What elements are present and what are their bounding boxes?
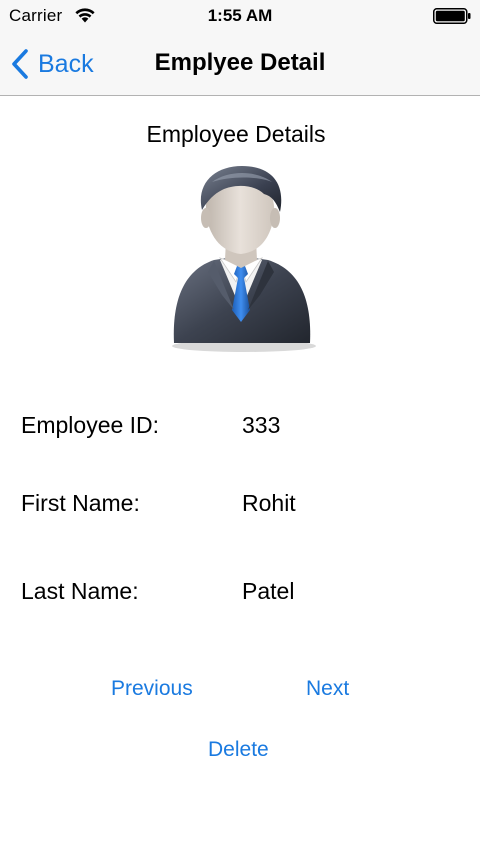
battery-icon <box>433 8 471 24</box>
previous-button[interactable]: Previous <box>111 677 193 701</box>
delete-button[interactable]: Delete <box>208 738 269 762</box>
businessman-avatar-icon <box>172 166 316 352</box>
first-name-label: First Name: <box>21 490 140 516</box>
next-button[interactable]: Next <box>306 677 349 701</box>
last-name-label: Last Name: <box>21 578 139 604</box>
status-time: 1:55 AM <box>207 6 273 25</box>
employee-id-value: 333 <box>242 412 281 438</box>
nav-title: Emplyee Detail <box>154 49 326 76</box>
navigation-bar: Back Emplyee Detail <box>0 32 480 96</box>
employee-id-label: Employee ID: <box>21 412 160 438</box>
status-bar: Carrier 1:55 AM <box>0 0 480 32</box>
last-name-value: Patel <box>242 578 295 604</box>
employee-detail-screen: Carrier 1:55 AM Back Emplyee Detail Empl… <box>0 0 480 852</box>
first-name-value: Rohit <box>242 490 296 516</box>
section-title: Employee Details <box>146 121 326 147</box>
